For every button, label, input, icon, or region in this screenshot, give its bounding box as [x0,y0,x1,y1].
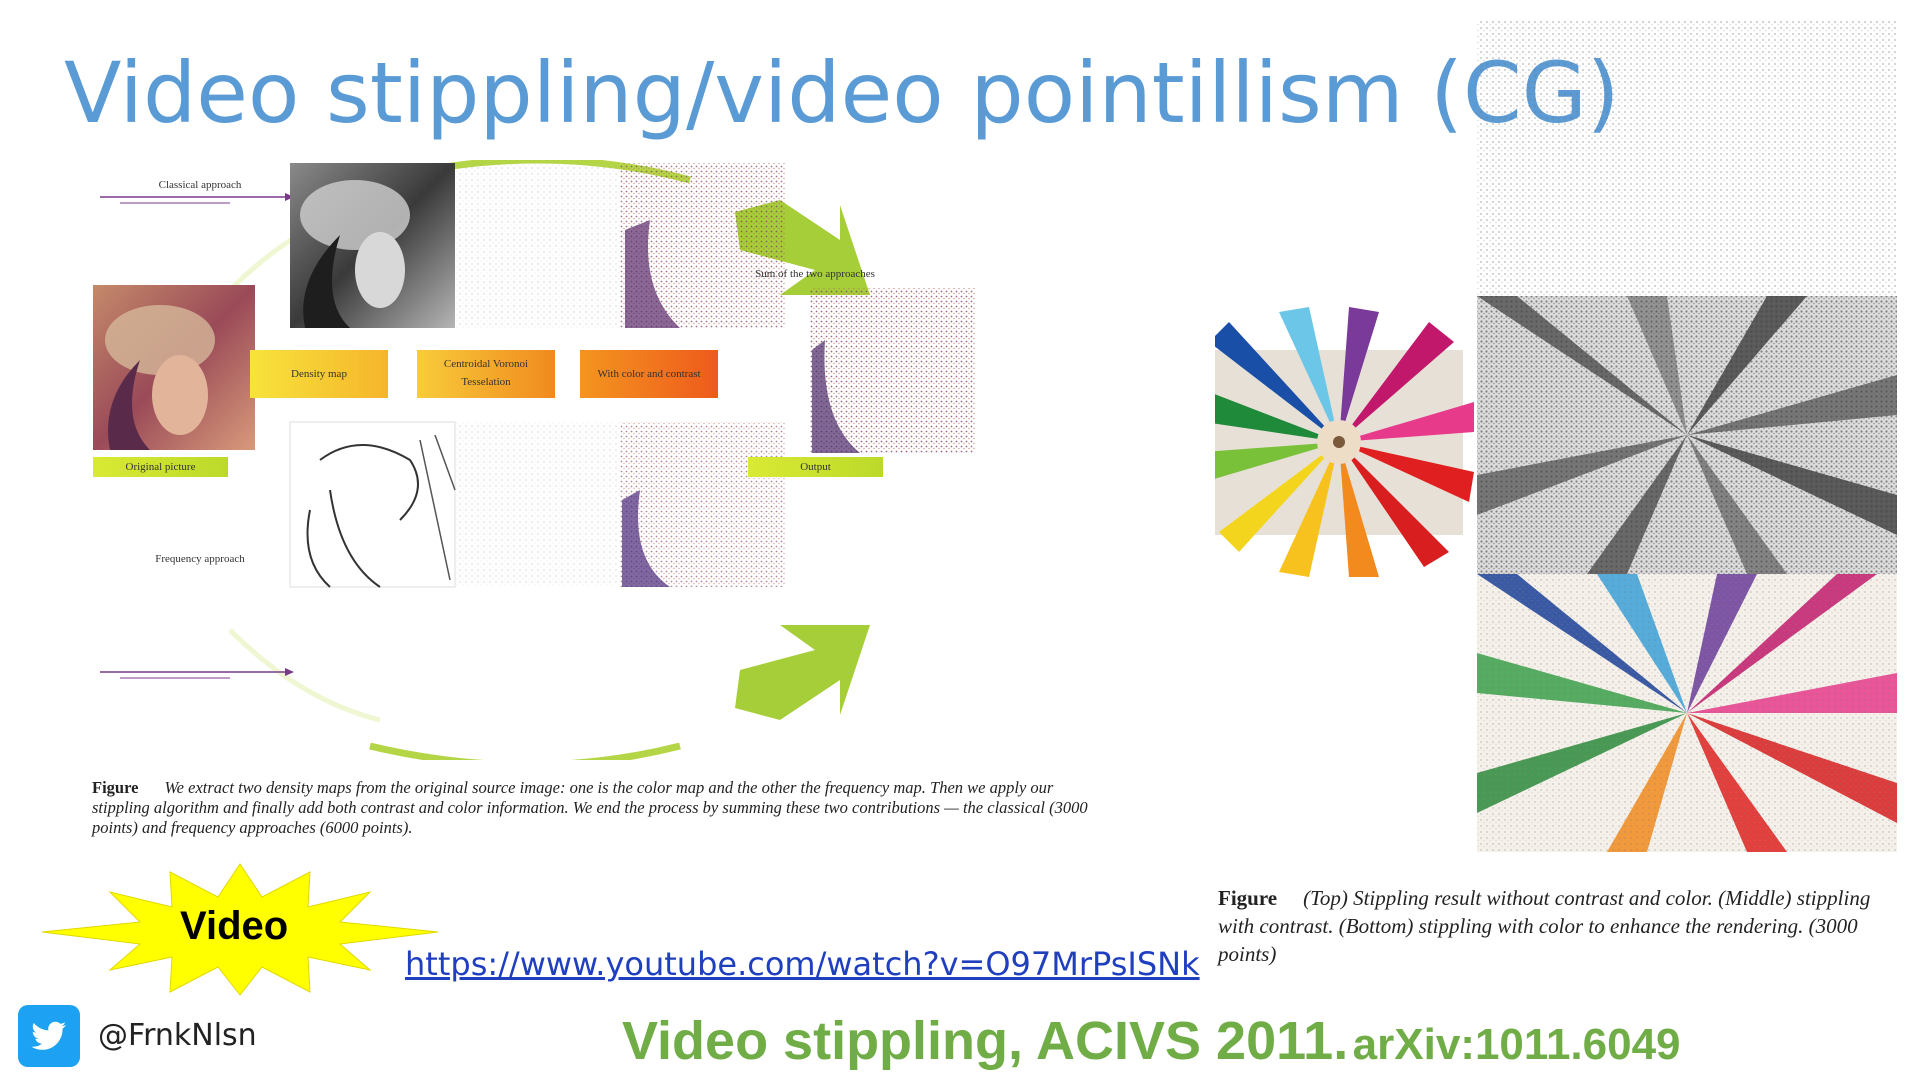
video-badge[interactable]: Video [40,862,440,997]
right-caption-head: Figure [1218,886,1278,910]
pencil-photo [1215,307,1474,577]
classical-approach-label: Classical approach [158,178,242,191]
left-caption-head: Figure [92,778,139,797]
cvt-label-line1: Centroidal Voronoi [443,358,529,371]
twitter-icon[interactable] [18,1005,80,1067]
youtube-link[interactable]: https://www.youtube.com/watch?v=O97MrPsI… [405,945,1200,983]
color-contrast-label: With color and contrast [597,367,701,380]
citation-main: Video stippling, ACIVS 2011. [622,1011,1349,1071]
original-picture-label: Original picture [125,460,196,473]
density-map-label: Density map [291,367,347,380]
right-caption-text: (Top) Stippling result without contrast … [1218,886,1871,966]
left-caption-text: We extract two density maps from the ori… [92,778,1088,837]
twitter-handle: @FrnkNlsn [98,1018,257,1053]
frequency-approach-label: Frequency approach [155,552,245,565]
cvt-label-line2: Tesselation [461,376,511,388]
output-label: Output [800,460,831,473]
cvt-label: Centroidal Voronoi Tesselation [417,350,555,398]
left-figure-caption: Figure We extract two density maps from t… [92,778,1112,838]
citation: Video stippling, ACIVS 2011. arXiv:1011.… [622,1010,1681,1072]
right-figure [1215,20,1915,860]
citation-arxiv: arXiv:1011.6049 [1352,1020,1681,1069]
left-figure: Classical approach Frequency approach Su… [80,160,1120,760]
sum-approaches-label: Sum of the two approaches [755,267,875,280]
right-figure-caption: Figure (Top) Stippling result without con… [1218,884,1900,968]
video-badge-label: Video [180,904,289,948]
